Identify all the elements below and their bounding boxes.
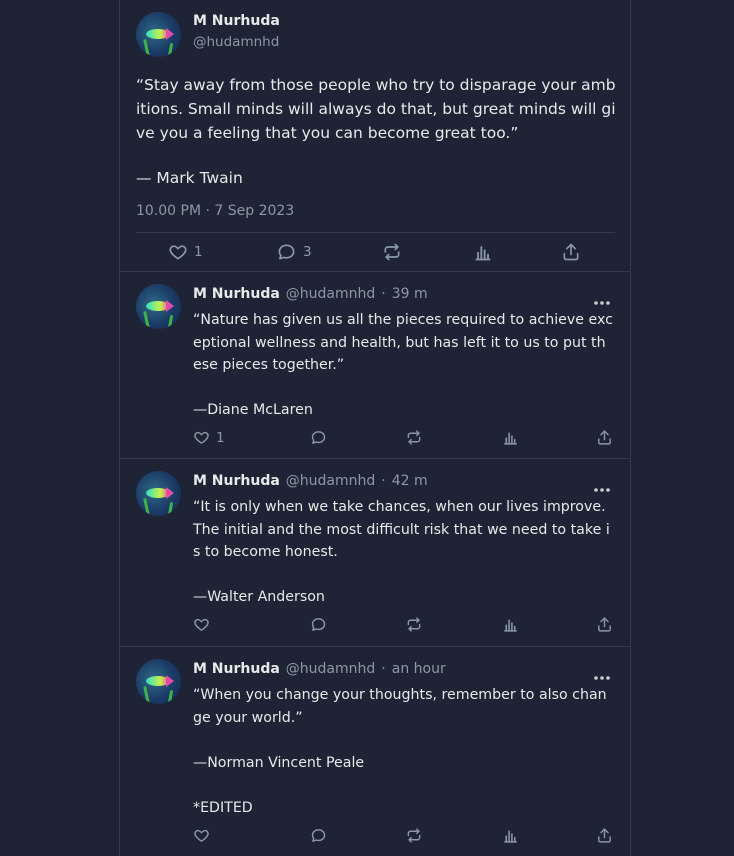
bar-chart-icon — [475, 246, 491, 261]
bar-chart-icon — [504, 432, 517, 445]
repost-button[interactable] — [381, 242, 403, 262]
like-count: 1 — [216, 429, 225, 446]
reply-post[interactable]: M Nurhuda @hudamnhd · 42 m “It is only w… — [120, 459, 630, 647]
post-timestamp[interactable]: 10.00 PM · 7 Sep 2023 — [136, 203, 294, 219]
reply-button[interactable] — [310, 429, 327, 446]
author-handle[interactable]: @hudamnhd — [286, 473, 375, 489]
more-button[interactable] — [593, 291, 611, 310]
repost-button[interactable] — [405, 827, 423, 844]
views-button[interactable] — [473, 242, 493, 262]
speech-bubble-icon — [311, 829, 326, 842]
repost-button[interactable] — [405, 429, 423, 446]
author-name[interactable]: M Nurhuda — [193, 13, 280, 29]
more-horizontal-icon — [594, 488, 610, 492]
reply-count: 3 — [303, 244, 312, 260]
share-icon — [598, 617, 611, 632]
more-button[interactable] — [593, 666, 611, 685]
speech-bubble-icon — [311, 618, 326, 631]
author-handle[interactable]: @hudamnhd — [193, 34, 279, 50]
share-icon — [563, 243, 579, 261]
share-button[interactable] — [596, 429, 613, 446]
avatar[interactable] — [136, 12, 181, 57]
more-horizontal-icon — [594, 676, 610, 680]
reply-header: M Nurhuda @hudamnhd · an hour — [193, 661, 446, 677]
like-count: 1 — [194, 244, 203, 260]
main-post: M Nurhuda @hudamnhd “Stay away from thos… — [120, 0, 630, 272]
separator: · — [381, 286, 386, 302]
heart-icon — [194, 829, 209, 842]
reply-header: M Nurhuda @hudamnhd · 39 m — [193, 286, 428, 302]
views-button[interactable] — [502, 616, 519, 633]
repost-icon — [384, 243, 400, 261]
reply-button[interactable]: 3 — [276, 242, 312, 262]
timeline-column: M Nurhuda @hudamnhd “Stay away from thos… — [119, 0, 631, 856]
share-icon — [598, 430, 611, 445]
reply-post[interactable]: M Nurhuda @hudamnhd · an hour “When you … — [120, 647, 630, 856]
separator: · — [381, 473, 386, 489]
post-attribution: — Mark Twain — [136, 169, 243, 187]
reply-post[interactable]: M Nurhuda @hudamnhd · 39 m “Nature has g… — [120, 272, 630, 459]
reply-button[interactable] — [310, 616, 327, 633]
bar-chart-icon — [504, 830, 517, 843]
speech-bubble-icon — [278, 244, 295, 260]
reply-time[interactable]: 42 m — [392, 473, 428, 489]
reply-time[interactable]: an hour — [392, 661, 446, 677]
avatar[interactable] — [136, 471, 181, 516]
views-button[interactable] — [502, 429, 519, 446]
views-button[interactable] — [502, 827, 519, 844]
post-text: “Stay away from those people who try to … — [136, 76, 616, 142]
share-icon — [598, 828, 611, 843]
author-handle[interactable]: @hudamnhd — [286, 286, 375, 302]
divider — [136, 232, 615, 233]
like-button[interactable] — [193, 827, 210, 844]
author-handle[interactable]: @hudamnhd — [286, 661, 375, 677]
reply-button[interactable] — [310, 827, 327, 844]
repost-icon — [407, 430, 421, 445]
reply-header: M Nurhuda @hudamnhd · 42 m — [193, 473, 428, 489]
repost-icon — [407, 617, 421, 632]
author-name[interactable]: M Nurhuda — [193, 286, 280, 302]
separator: · — [381, 661, 386, 677]
like-button[interactable]: 1 — [193, 429, 225, 446]
share-button[interactable] — [561, 242, 581, 262]
heart-icon — [169, 245, 187, 260]
more-button[interactable] — [593, 478, 611, 497]
heart-icon — [194, 618, 209, 631]
like-button[interactable] — [193, 616, 210, 633]
avatar[interactable] — [136, 659, 181, 704]
avatar[interactable] — [136, 284, 181, 329]
share-button[interactable] — [596, 616, 613, 633]
repost-button[interactable] — [405, 616, 423, 633]
share-button[interactable] — [596, 827, 613, 844]
speech-bubble-icon — [311, 431, 326, 444]
like-button[interactable]: 1 — [168, 242, 203, 262]
reply-time[interactable]: 39 m — [392, 286, 428, 302]
author-name[interactable]: M Nurhuda — [193, 473, 280, 489]
author-name[interactable]: M Nurhuda — [193, 661, 280, 677]
repost-icon — [407, 828, 421, 843]
reply-text: “Nature has given us all the pieces requ… — [193, 312, 613, 418]
bar-chart-icon — [504, 619, 517, 632]
heart-icon — [194, 431, 209, 444]
reply-text: “It is only when we take chances, when o… — [193, 499, 610, 605]
more-horizontal-icon — [594, 301, 610, 305]
reply-text: “When you change your thoughts, remember… — [193, 687, 607, 816]
